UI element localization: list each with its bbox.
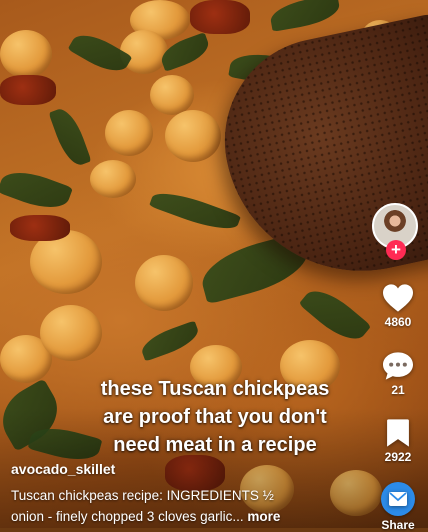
description-text: onion - finely chopped 3 cloves garlic..… (11, 509, 244, 524)
food-decoration (148, 185, 242, 237)
food-decoration (0, 75, 56, 105)
share-button[interactable]: Share (370, 482, 426, 532)
caption-line: these Tuscan chickpeas (100, 378, 330, 400)
heart-icon (383, 284, 413, 312)
food-decoration (40, 305, 102, 361)
like-count: 4860 (384, 315, 412, 329)
description-line-2: onion - finely chopped 3 cloves garlic..… (11, 506, 341, 527)
caption-line: are proof that you don't (103, 406, 327, 428)
comment-button[interactable]: 21 (370, 351, 426, 397)
food-decoration (190, 0, 250, 34)
food-decoration (10, 215, 70, 241)
share-label: Share (381, 518, 415, 532)
bookmark-button[interactable]: 2922 (370, 418, 426, 464)
comment-icon (383, 352, 413, 380)
food-decoration (150, 75, 194, 115)
author-username[interactable]: avocado_skillet (11, 461, 115, 477)
description-line: Tuscan chickpeas recipe: INGREDIENTS ½ (11, 488, 274, 503)
video-caption: these Tuscan chickpeas are proof that yo… (70, 375, 360, 459)
food-decoration (48, 104, 92, 170)
share-icon-circle (381, 482, 415, 516)
author-avatar-group[interactable]: + (372, 203, 422, 265)
bookmark-count: 2922 (384, 450, 412, 464)
food-decoration (165, 110, 221, 162)
food-decoration (67, 26, 133, 80)
food-decoration (0, 163, 74, 217)
caption-line: need meat in a recipe (113, 434, 317, 456)
follow-button[interactable]: + (386, 240, 406, 260)
food-decoration (105, 110, 153, 156)
like-button[interactable]: 4860 (370, 283, 426, 329)
mail-icon (389, 492, 407, 506)
food-decoration (135, 255, 193, 311)
food-decoration (0, 30, 52, 78)
food-decoration (268, 0, 342, 32)
comment-count: 21 (391, 383, 405, 397)
food-decoration (298, 281, 372, 349)
more-link[interactable]: more (247, 509, 280, 524)
bookmark-icon (387, 419, 409, 447)
video-description[interactable]: Tuscan chickpeas recipe: INGREDIENTS ½ o… (11, 485, 341, 527)
food-decoration (90, 160, 136, 198)
food-decoration (120, 30, 168, 74)
